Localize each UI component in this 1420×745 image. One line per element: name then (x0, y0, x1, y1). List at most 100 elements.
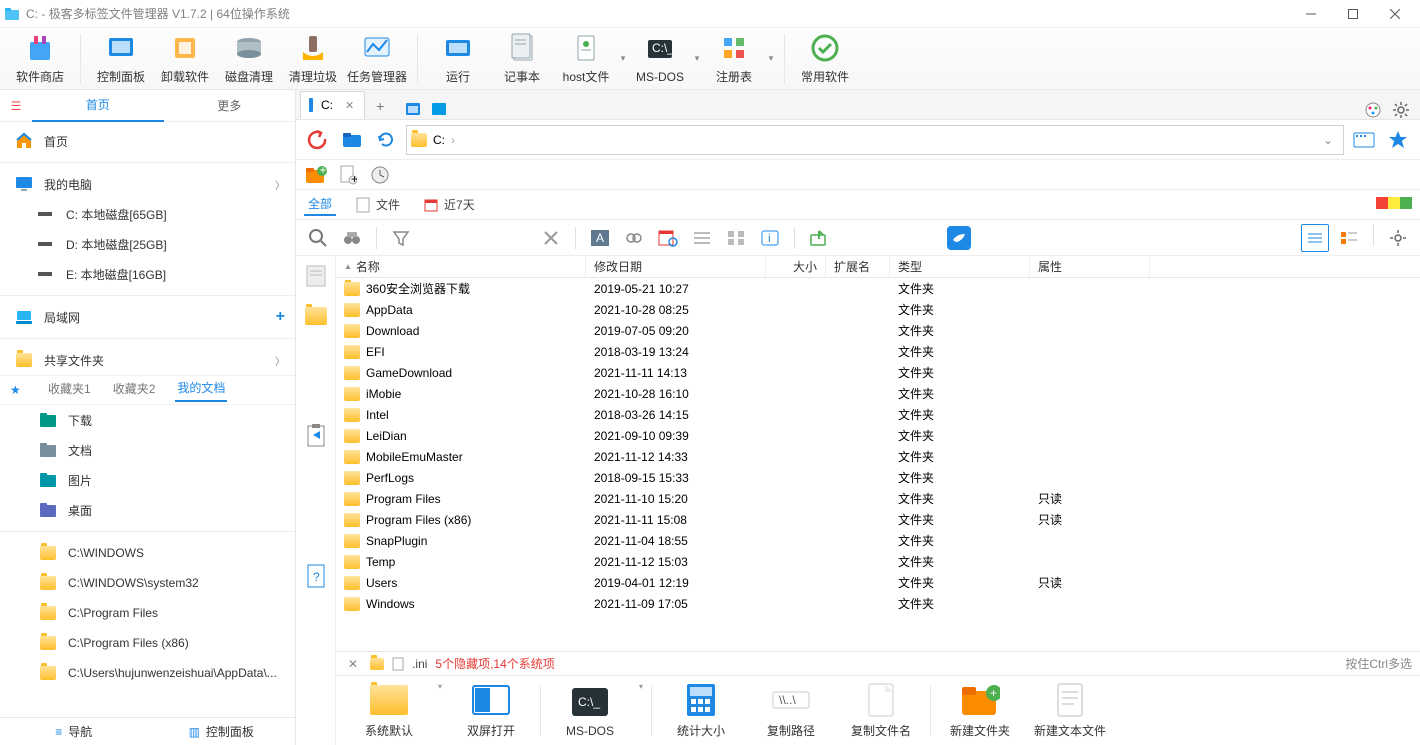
sidebar-path[interactable]: C:\WINDOWS (0, 538, 295, 568)
file-row[interactable]: 360安全浏览器下载2019-05-21 10:27文件夹 (336, 278, 1420, 299)
new-file-button[interactable]: + (336, 163, 360, 187)
history-button[interactable] (368, 163, 392, 187)
sidebar-item-home[interactable]: 首页 (0, 126, 295, 156)
file-row[interactable]: PerfLogs2018-09-15 15:33文件夹 (336, 467, 1420, 488)
sidebar-footer-cpl[interactable]: ▥控制面板 (148, 723, 296, 740)
ribbon-msdos[interactable]: C:\_MS-DOS (628, 30, 692, 88)
bottom-split[interactable]: 双屏打开 (450, 678, 532, 743)
file-row[interactable]: AppData2021-10-28 08:25文件夹 (336, 299, 1420, 320)
palette-icon[interactable] (1364, 101, 1382, 119)
dropdown-arrow-icon[interactable]: ▾ (618, 28, 628, 89)
file-row[interactable]: MobileEmuMaster2021-11-12 14:33文件夹 (336, 446, 1420, 467)
new-folder-button[interactable]: + (304, 163, 328, 187)
sidebar-item-lan[interactable]: 局域网 + (0, 302, 295, 332)
close-button[interactable] (1374, 0, 1416, 28)
ribbon-hosts[interactable]: host文件 (554, 28, 618, 89)
sidebar-drive-e[interactable]: E: 本地磁盘[16GB] (0, 259, 295, 289)
list-view-icon[interactable] (688, 224, 716, 252)
sidebar-userdir[interactable]: 桌面 (0, 495, 295, 525)
ribbon-run[interactable]: 运行 (426, 28, 490, 89)
filter-recent[interactable]: 近7天 (420, 194, 479, 215)
keyboard-icon[interactable] (1350, 126, 1378, 154)
minimize-button[interactable] (1290, 0, 1332, 28)
bottom-copy-path[interactable]: \\..\复制路径 (750, 678, 832, 743)
sidebar-menu-icon[interactable]: ☰ (0, 99, 32, 113)
ribbon-regedit[interactable]: 注册表 (702, 28, 766, 89)
favorite-button[interactable] (1384, 126, 1412, 154)
filter-file[interactable]: 文件 (352, 194, 404, 215)
col-date[interactable]: 修改日期 (586, 256, 766, 277)
font-icon[interactable]: A (586, 224, 614, 252)
file-row[interactable]: GameDownload2021-11-11 14:13文件夹 (336, 362, 1420, 383)
ribbon-notepad[interactable]: 记事本 (490, 28, 554, 89)
view-details-icon[interactable] (1301, 224, 1329, 252)
col-attr[interactable]: 属性 (1030, 256, 1150, 277)
sidebar-drive-d[interactable]: D: 本地磁盘[25GB] (0, 229, 295, 259)
file-row[interactable]: Users2019-04-01 12:19文件夹只读 (336, 572, 1420, 593)
file-row[interactable]: iMobie2021-10-28 16:10文件夹 (336, 383, 1420, 404)
bottom-new-folder[interactable]: +新建文件夹 (939, 678, 1021, 743)
rail-clipboard-icon[interactable] (302, 422, 330, 450)
window-alt-icon[interactable] (429, 99, 449, 119)
ribbon-trash[interactable]: 清理垃圾 (281, 28, 345, 89)
file-row[interactable]: Program Files2021-11-10 15:20文件夹只读 (336, 488, 1420, 509)
search-icon[interactable] (304, 224, 332, 252)
ribbon-uninstall[interactable]: 卸载软件 (153, 28, 217, 89)
ribbon-diskclean[interactable]: 磁盘清理 (217, 28, 281, 89)
file-row[interactable]: LeiDian2021-09-10 09:39文件夹 (336, 425, 1420, 446)
add-icon[interactable]: + (276, 308, 285, 326)
sidebar-path[interactable]: C:\Program Files (0, 598, 295, 628)
rail-note-icon[interactable] (302, 262, 330, 290)
bottom-stat[interactable]: 统计大小 (660, 678, 742, 743)
file-row[interactable]: EFI2018-03-19 13:24文件夹 (336, 341, 1420, 362)
ribbon-taskmgr[interactable]: 任务管理器 (345, 28, 409, 89)
back-button[interactable] (304, 126, 332, 154)
fav-tab-2[interactable]: 收藏夹2 (111, 380, 158, 401)
sidebar-drive-c[interactable]: C: 本地磁盘[65GB] (0, 199, 295, 229)
col-name[interactable]: ▲名称 (336, 256, 586, 277)
folder-button[interactable] (338, 126, 366, 154)
export-icon[interactable] (805, 224, 833, 252)
filter-icon[interactable] (387, 224, 415, 252)
sidebar-item-mypc[interactable]: 我的电脑 〉 (0, 169, 295, 199)
clear-icon[interactable] (537, 224, 565, 252)
file-row[interactable]: Program Files (x86)2021-11-11 15:08文件夹只读 (336, 509, 1420, 530)
file-row[interactable]: Intel2018-03-26 14:15文件夹 (336, 404, 1420, 425)
sidebar-userdir[interactable]: 文档 (0, 435, 295, 465)
rail-help-icon[interactable]: ? (302, 562, 330, 590)
ribbon-store[interactable]: 软件商店 (8, 28, 72, 89)
file-row[interactable]: Temp2021-11-12 15:03文件夹 (336, 551, 1420, 572)
tab-close-icon[interactable]: ✕ (341, 99, 358, 112)
filter-all[interactable]: 全部 (304, 193, 336, 216)
bottom-new-text[interactable]: 新建文本文件 (1029, 678, 1111, 743)
sidebar-path[interactable]: C:\Program Files (x86) (0, 628, 295, 658)
col-type[interactable]: 类型 (890, 256, 1030, 277)
sidebar-userdir[interactable]: 图片 (0, 465, 295, 495)
sidebar-tab-more[interactable]: 更多 (164, 91, 296, 121)
col-ext[interactable]: 扩展名 (826, 256, 890, 277)
file-row[interactable]: SnapPlugin2021-11-04 18:55文件夹 (336, 530, 1420, 551)
gear-icon[interactable] (1384, 224, 1412, 252)
col-size[interactable]: 大小 (766, 256, 826, 277)
file-tab[interactable]: C: ✕ (300, 91, 365, 119)
grid-view-icon[interactable] (722, 224, 750, 252)
link-icon[interactable] (620, 224, 648, 252)
dropdown-arrow-icon[interactable]: ▾ (766, 28, 776, 89)
bird-app-icon[interactable] (945, 224, 973, 252)
view-tiles-icon[interactable] (1335, 224, 1363, 252)
sidebar-path[interactable]: C:\Users\hujunwenzeishuai\AppData\... (0, 658, 295, 688)
sidebar-userdir[interactable]: 下载 (0, 405, 295, 435)
sidebar-item-share[interactable]: 共享文件夹 〉 (0, 345, 295, 375)
address-dropdown-icon[interactable]: ⌄ (1317, 133, 1339, 147)
binoculars-icon[interactable] (338, 224, 366, 252)
sidebar-path[interactable]: C:\WINDOWS\system32 (0, 568, 295, 598)
info-icon[interactable]: i (756, 224, 784, 252)
new-tab-button[interactable]: + (367, 93, 393, 119)
fav-tab-docs[interactable]: 我的文档 (175, 379, 227, 402)
file-row[interactable]: Download2019-07-05 09:20文件夹 (336, 320, 1420, 341)
maximize-button[interactable] (1332, 0, 1374, 28)
fav-tab-1[interactable]: 收藏夹1 (46, 380, 93, 401)
refresh-button[interactable] (372, 126, 400, 154)
address-bar[interactable]: C: › ⌄ (406, 125, 1344, 155)
ribbon-control-panel[interactable]: 控制面板 (89, 28, 153, 89)
